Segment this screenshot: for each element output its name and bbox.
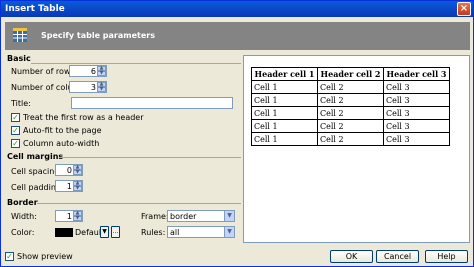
rows-label: Number of rows: <box>11 67 78 76</box>
table-cell: Cell 1 <box>251 106 318 120</box>
table-row: Cell 1 Cell 2 Cell 3 <box>251 106 450 120</box>
table-cell: Cell 2 <box>317 80 384 94</box>
frame-select[interactable]: border ▼ <box>167 210 235 222</box>
frame-value: border <box>170 212 197 221</box>
header-row: Header cell 1 Header cell 2 Header cell … <box>251 67 450 81</box>
table-row: Cell 1 Cell 2 Cell 3 <box>251 132 450 146</box>
cancel-button[interactable]: Cancel <box>376 250 419 263</box>
table-grid-icon <box>13 28 27 42</box>
chevron-down-icon[interactable]: ▼ <box>224 211 234 221</box>
columns-value: 3 <box>90 83 96 92</box>
window-title: Insert Table <box>5 4 65 14</box>
color-picker-button[interactable]: … <box>111 226 120 238</box>
cell-spacing-spinner[interactable]: 0 ▲ ▼ <box>55 164 83 176</box>
title-input[interactable] <box>71 97 233 109</box>
rules-select[interactable]: all ▼ <box>167 226 235 238</box>
color-dropdown-button[interactable]: ▼ <box>100 226 109 238</box>
border-width-label: Width: <box>11 212 37 221</box>
banner: Specify table parameters <box>5 22 470 50</box>
column-autowidth-checkbox[interactable]: ✓ <box>11 139 20 148</box>
spin-down-icon[interactable]: ▼ <box>73 170 82 175</box>
chevron-down-icon[interactable]: ▼ <box>224 227 234 237</box>
column-autowidth-label: Column auto-width <box>23 139 100 148</box>
basic-heading: Basic <box>7 54 31 63</box>
divider <box>37 203 241 204</box>
frame-label: Frame: <box>141 212 169 221</box>
preview-table: Header cell 1 Header cell 2 Header cell … <box>251 67 450 146</box>
banner-text: Specify table parameters <box>41 31 155 40</box>
cell-margins-heading: Cell margins <box>7 152 64 161</box>
header-cell: Header cell 2 <box>317 67 384 81</box>
show-preview-checkbox[interactable]: ✓ <box>5 252 14 261</box>
table-cell: Cell 2 <box>317 106 384 120</box>
cell-padding-value: 1 <box>66 182 72 191</box>
table-cell: Cell 2 <box>317 119 384 133</box>
table-cell: Cell 3 <box>383 132 450 146</box>
spin-down-icon[interactable]: ▼ <box>73 216 82 221</box>
help-button[interactable]: Help <box>425 250 468 263</box>
columns-spinner[interactable]: 3 ▲ ▼ <box>69 81 107 93</box>
rows-value: 6 <box>90 67 96 76</box>
table-cell: Cell 1 <box>251 132 318 146</box>
table-cell: Cell 1 <box>251 119 318 133</box>
table-row: Cell 1 Cell 2 Cell 3 <box>251 80 450 94</box>
cell-padding-spinner[interactable]: 1 ▲ ▼ <box>55 180 83 192</box>
settings-panel: Basic Number of rows: 6 ▲ ▼ Number of col… <box>7 52 241 246</box>
rows-spinner[interactable]: 6 ▲ ▼ <box>69 65 107 77</box>
table-cell: Cell 3 <box>383 80 450 94</box>
close-button[interactable]: × <box>457 2 471 16</box>
table-cell: Cell 3 <box>383 93 450 107</box>
table-cell: Cell 2 <box>317 132 384 146</box>
autofit-label: Auto-fit to the page <box>23 126 102 135</box>
table-preview: Header cell 1 Header cell 2 Header cell … <box>243 55 470 243</box>
border-width-value: 1 <box>66 212 72 221</box>
spin-down-icon[interactable]: ▼ <box>73 186 82 191</box>
table-cell: Cell 2 <box>317 93 384 107</box>
spin-down-icon[interactable]: ▼ <box>97 71 106 76</box>
header-cell: Header cell 3 <box>383 67 450 81</box>
table-row: Cell 1 Cell 2 Cell 3 <box>251 93 450 107</box>
border-heading: Border <box>7 198 38 207</box>
title-label: Title: <box>11 99 31 108</box>
table-cell: Cell 1 <box>251 93 318 107</box>
rules-label: Rules: <box>141 228 166 237</box>
ok-button[interactable]: OK <box>330 250 373 263</box>
divider <box>59 157 241 158</box>
cell-spacing-value: 0 <box>66 166 72 175</box>
autofit-checkbox[interactable]: ✓ <box>11 126 20 135</box>
title-bar[interactable]: Insert Table × <box>1 1 473 17</box>
divider <box>31 63 241 64</box>
header-cell: Header cell 1 <box>251 67 318 81</box>
table-cell: Cell 1 <box>251 80 318 94</box>
rules-value: all <box>170 228 180 237</box>
spin-down-icon[interactable]: ▼ <box>97 87 106 92</box>
insert-table-dialog: Insert Table × Specify table parameters … <box>0 0 474 267</box>
table-row: Cell 1 Cell 2 Cell 3 <box>251 119 450 133</box>
border-width-spinner[interactable]: 1 ▲ ▼ <box>55 210 83 222</box>
treat-header-label: Treat the first row as a header <box>23 113 144 122</box>
table-cell: Cell 3 <box>383 119 450 133</box>
color-swatch <box>55 228 73 237</box>
table-cell: Cell 3 <box>383 106 450 120</box>
border-color-label: Color: <box>11 228 35 237</box>
show-preview-label: Show preview <box>17 252 73 261</box>
treat-header-checkbox[interactable]: ✓ <box>11 113 20 122</box>
